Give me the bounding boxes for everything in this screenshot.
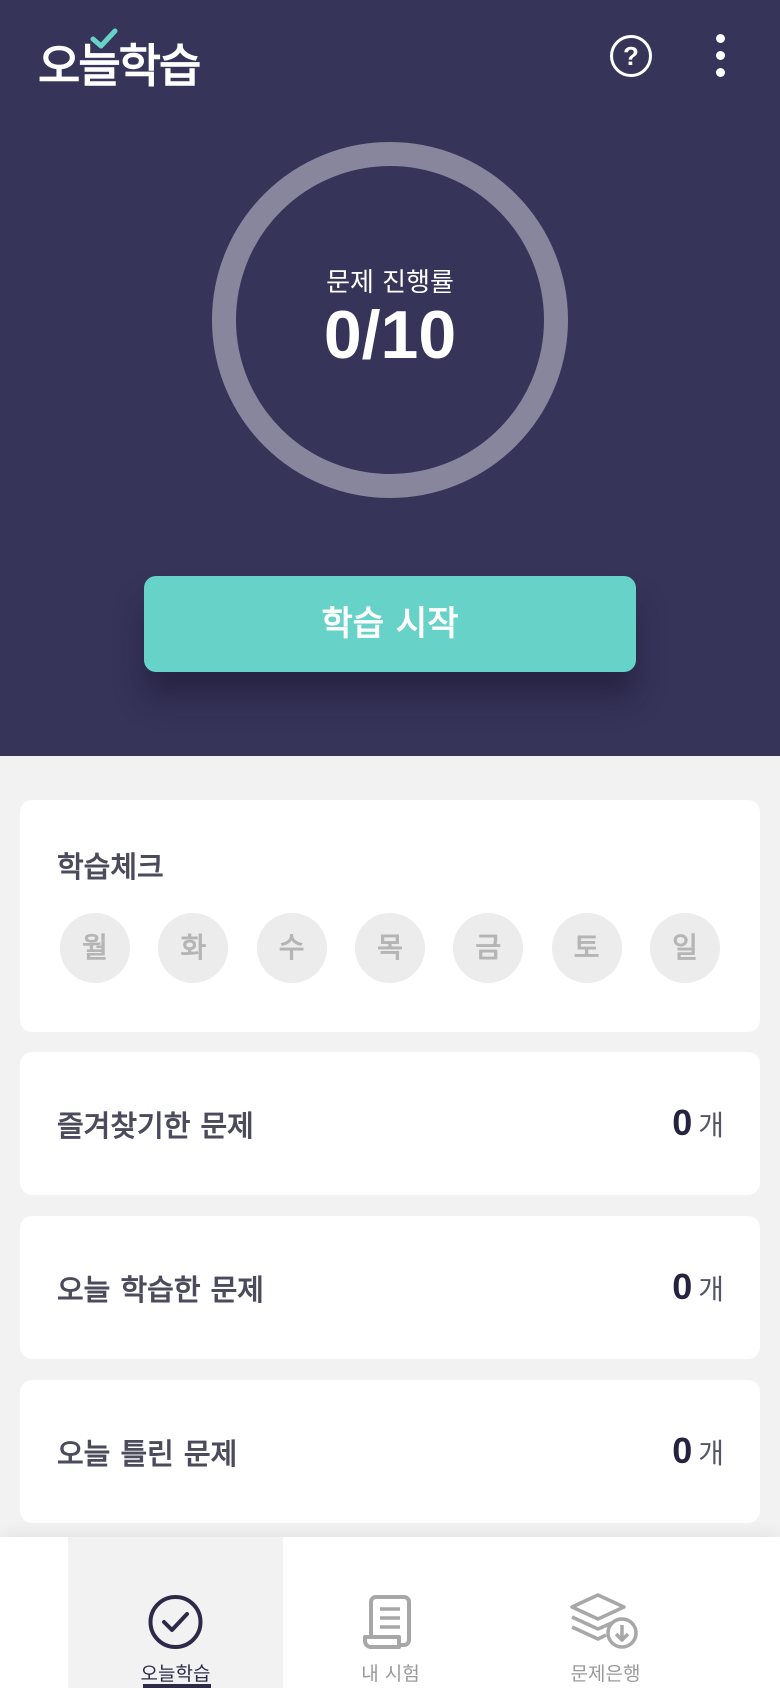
nav-label: 오늘학습 xyxy=(140,1663,211,1685)
weekday-list: 월 화 수 목 금 토 일 xyxy=(60,913,720,983)
day-mon: 월 xyxy=(60,913,130,983)
nav-label: 내 시험 xyxy=(361,1663,420,1685)
day-fri: 금 xyxy=(453,913,524,983)
start-study-button[interactable]: 학습 시작 xyxy=(144,576,636,672)
stat-count: 0개 xyxy=(672,1430,724,1471)
day-sun: 일 xyxy=(649,913,720,983)
header-area: 오늘학습 ? 문제 진행률 0/10 학습 시작 xyxy=(0,0,780,756)
study-check-title: 학습체크 xyxy=(57,850,164,884)
progress-value: 0/10 xyxy=(323,297,457,373)
bottom-navigation: 오늘학습 내 시험 문제은행 xyxy=(0,1537,780,1688)
day-wed: 수 xyxy=(256,913,327,983)
progress-label: 문제 진행률 xyxy=(326,268,454,298)
stat-label: 즐겨찾기한 문제 xyxy=(57,1109,254,1143)
nav-question-bank[interactable]: 문제은행 xyxy=(498,1537,713,1688)
favorite-questions-card[interactable]: 즐겨찾기한 문제 0개 xyxy=(20,1052,760,1195)
stat-count: 0개 xyxy=(672,1266,724,1307)
study-check-card: 학습체크 월 화 수 목 금 토 일 xyxy=(20,800,760,1032)
layers-download-icon xyxy=(570,1593,638,1649)
nav-label: 문제은행 xyxy=(570,1663,641,1685)
nav-today-study[interactable]: 오늘학습 xyxy=(68,1537,283,1688)
stat-label: 오늘 학습한 문제 xyxy=(57,1273,264,1307)
nav-my-exam[interactable]: 내 시험 xyxy=(283,1537,498,1688)
today-studied-card[interactable]: 오늘 학습한 문제 0개 xyxy=(20,1216,760,1359)
more-options-icon[interactable] xyxy=(712,34,728,78)
stat-label: 오늘 틀린 문제 xyxy=(57,1437,238,1471)
scroll-document-icon xyxy=(363,1595,411,1649)
help-icon[interactable]: ? xyxy=(610,35,652,77)
day-tue: 화 xyxy=(158,913,229,983)
day-thu: 목 xyxy=(354,913,425,983)
active-indicator xyxy=(143,1684,211,1688)
day-sat: 토 xyxy=(551,913,622,983)
today-wrong-card[interactable]: 오늘 틀린 문제 0개 xyxy=(20,1380,760,1523)
stat-count: 0개 xyxy=(672,1102,724,1143)
check-circle-icon xyxy=(148,1595,203,1649)
logo-check-icon xyxy=(90,28,118,49)
app-logo: 오늘학습 xyxy=(38,39,201,93)
